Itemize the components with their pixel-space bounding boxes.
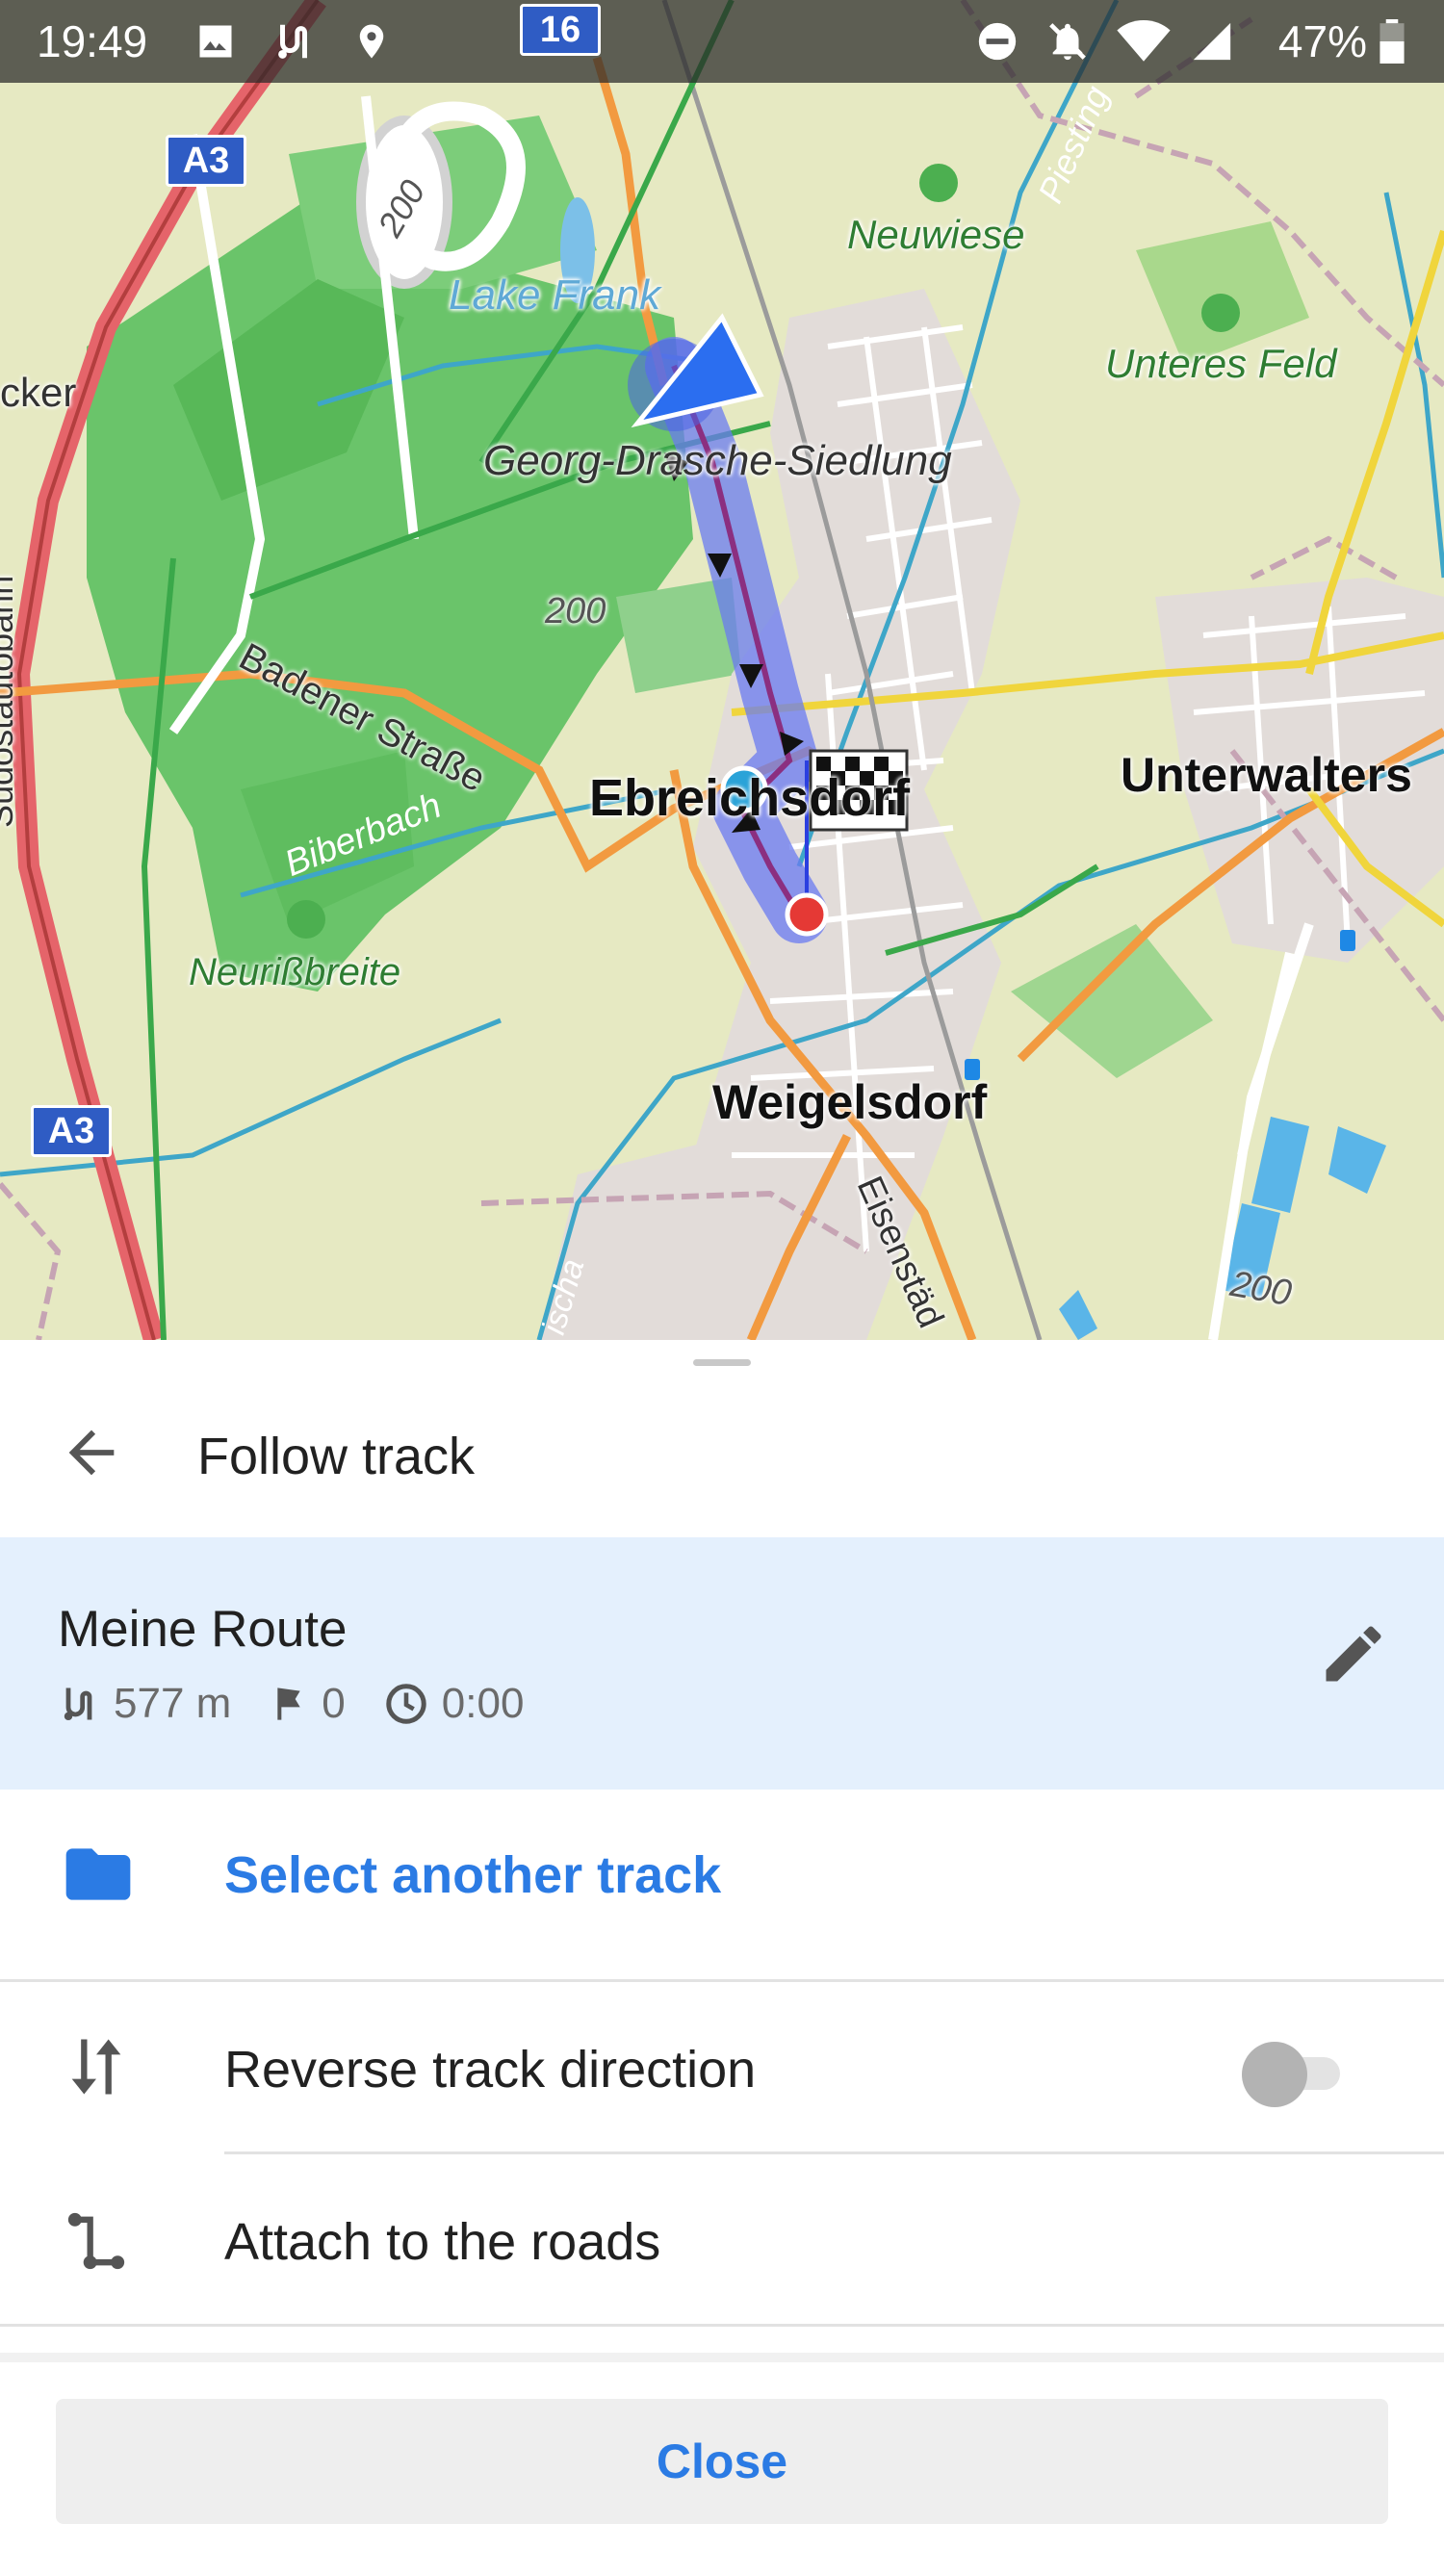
wifi-icon	[1117, 19, 1171, 62]
clock-icon	[386, 1684, 426, 1724]
select-another-track-label: Select another track	[224, 1846, 722, 1904]
reverse-track-toggle[interactable]	[1242, 2042, 1348, 2107]
track-time-value: 0:00	[441, 1680, 525, 1727]
follow-track-sheet: Follow track Meine Route 577 m 0 0:00 Se…	[0, 1340, 1444, 2576]
selected-track-card[interactable]: Meine Route 577 m 0 0:00	[0, 1537, 1444, 1790]
map-view[interactable]: A3 A3 16 Lake Frank Neuwiese Unteres Fel…	[0, 0, 1444, 1340]
swap-vertical-icon	[71, 2039, 121, 2095]
route-icon	[278, 24, 307, 59]
toggle-knob	[1242, 2042, 1307, 2107]
track-waypoints-value: 0	[322, 1680, 346, 1727]
select-another-track-row[interactable]: Select another track	[0, 1790, 1444, 1961]
sheet-drag-handle[interactable]	[693, 1359, 751, 1366]
status-bar: 19:49 47%	[0, 0, 1444, 83]
reverse-track-label: Reverse track direction	[224, 2041, 757, 2099]
track-meta: 577 m 0 0:00	[58, 1680, 562, 1728]
back-button[interactable]	[58, 1419, 135, 1486]
track-distance: 577 m	[58, 1680, 231, 1728]
track-waypoints: 0	[270, 1680, 346, 1728]
map-label-unteres-feld: Unteres Feld	[1105, 341, 1337, 386]
folder-icon	[65, 1848, 131, 1900]
notifications-off-icon	[1049, 23, 1086, 61]
sheet-footer: Close	[0, 2353, 1444, 2576]
do-not-disturb-icon	[978, 22, 1017, 61]
track-name: Meine Route	[58, 1601, 348, 1658]
sheet-title: Follow track	[197, 1428, 476, 1485]
image-icon	[199, 25, 232, 58]
pencil-icon	[1326, 1626, 1381, 1682]
attach-to-roads-row[interactable]: Attach to the roads	[0, 2154, 1444, 2326]
road-shield-16: 16	[520, 4, 601, 56]
flag-icon	[277, 1687, 300, 1720]
attach-to-roads-label: Attach to the roads	[224, 2213, 661, 2271]
divider	[0, 2324, 1444, 2327]
track-distance-value: 577 m	[114, 1680, 232, 1727]
battery-icon	[1380, 19, 1405, 64]
map-label-ebreichsdorf: Ebreichsdorf	[589, 769, 911, 827]
status-battery-percent: 47%	[1277, 16, 1367, 66]
status-time: 19:49	[37, 16, 148, 66]
map-label-altitude-200b: 200	[545, 591, 606, 631]
map-label-neurissbreite: Neurißbreite	[189, 951, 401, 993]
arrow-back-icon	[68, 1430, 115, 1476]
cell-signal-icon	[1193, 22, 1231, 61]
reverse-track-row[interactable]: Reverse track direction	[0, 1982, 1444, 2153]
road-shield-a3-top: A3	[166, 135, 246, 187]
track-time: 0:00	[384, 1680, 525, 1728]
map-label-unterwalters: Unterwalters	[1121, 748, 1412, 802]
map-label-neuwiese: Neuwiese	[847, 212, 1025, 257]
attach-roads-icon	[67, 2212, 125, 2270]
destination-marker-icon	[785, 892, 829, 937]
close-button[interactable]: Close	[56, 2399, 1388, 2524]
sheet-header: Follow track	[0, 1398, 1444, 1504]
route-icon	[64, 1687, 92, 1721]
edit-track-button[interactable]	[1317, 1617, 1394, 1694]
map-label-lake-frank: Lake Frank	[449, 271, 661, 319]
location-pin-icon	[359, 24, 384, 59]
map-label-weigelsdorf: Weigelsdorf	[712, 1075, 988, 1129]
map-label-cker: cker	[0, 370, 77, 415]
map-label-suedostautobahn: Südostautobahn	[0, 575, 20, 828]
map-canvas[interactable]	[0, 0, 1444, 1340]
map-label-georg-drasche-siedlung: Georg-Drasche-Siedlung	[483, 437, 952, 484]
road-shield-a3-bottom: A3	[31, 1105, 112, 1157]
